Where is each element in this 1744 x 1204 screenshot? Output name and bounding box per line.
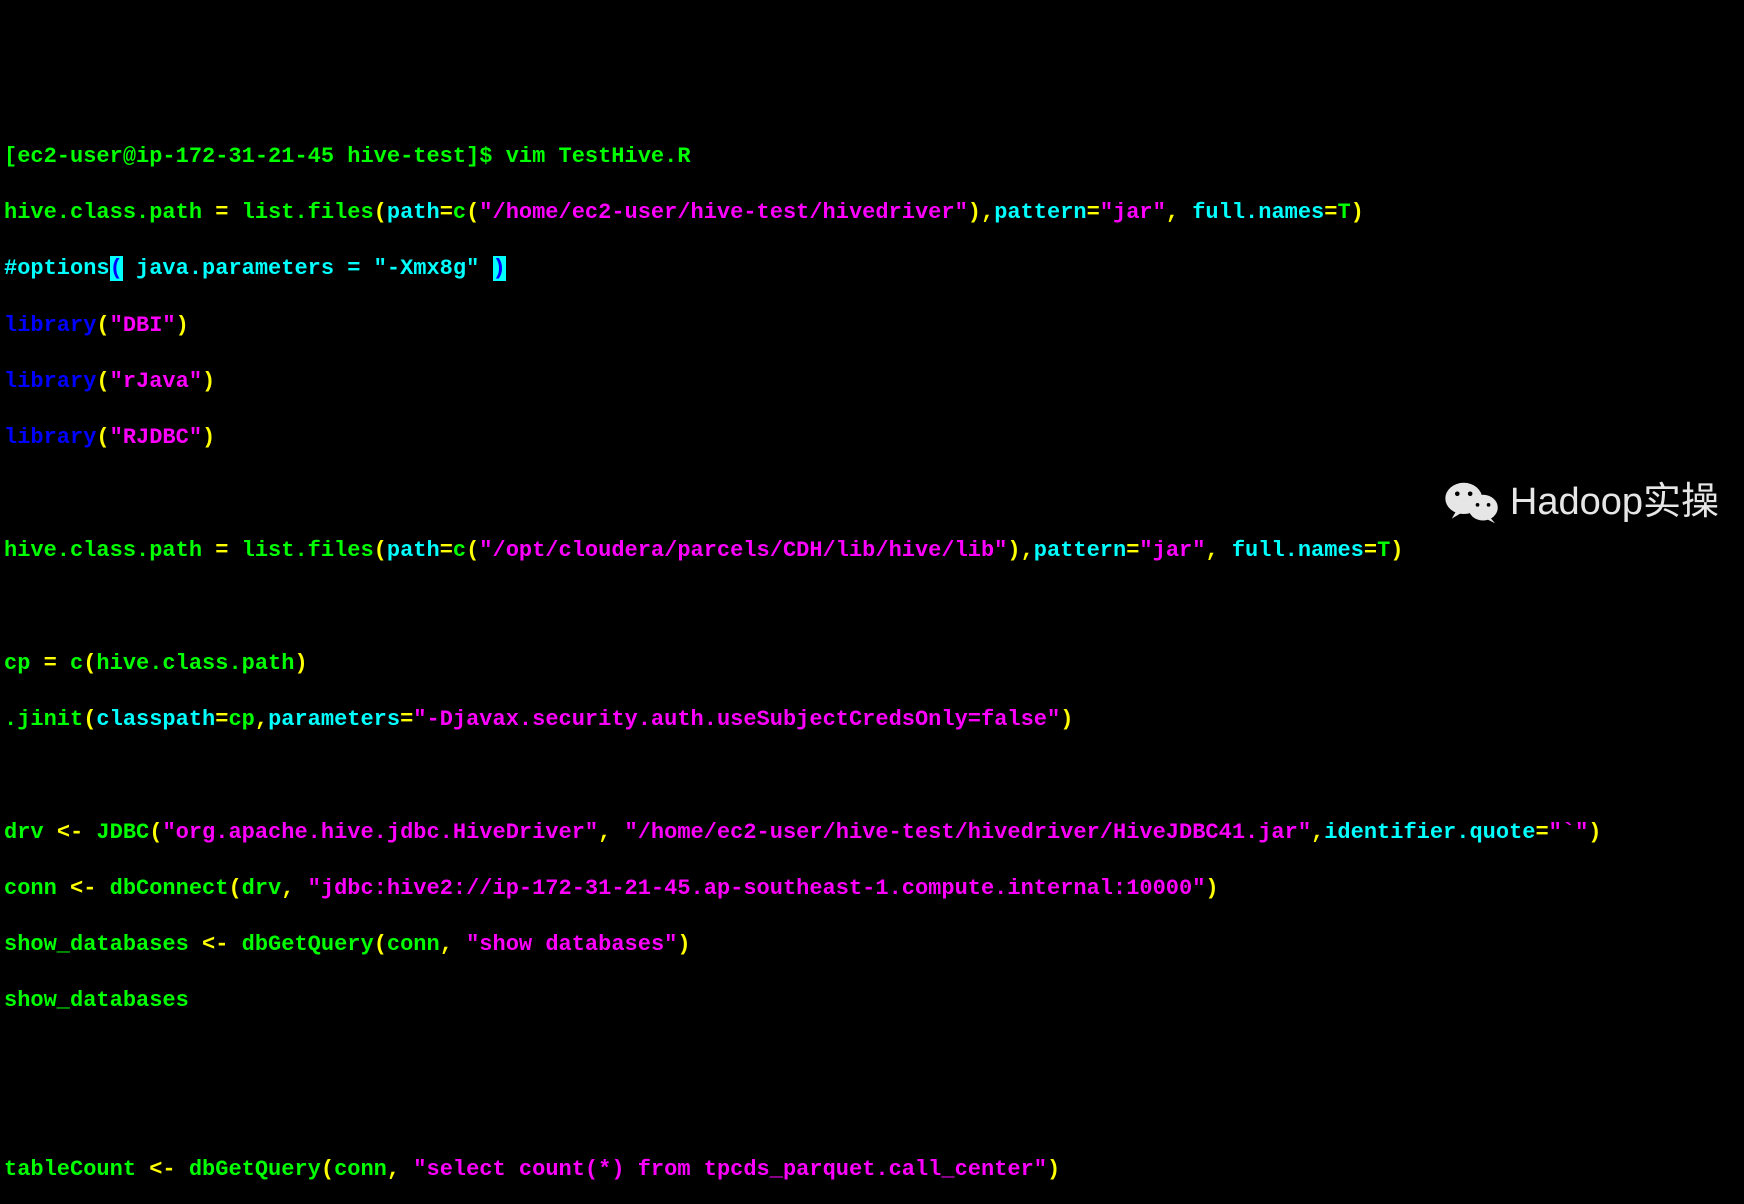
code-line-3: library("DBI") (4, 312, 1740, 340)
code-line-7: cp = c(hive.class.path) (4, 650, 1740, 678)
watermark-text: Hadoop实操 (1510, 478, 1719, 527)
blank-line-3 (4, 762, 1740, 790)
code-line-9: drv <- JDBC("org.apache.hive.jdbc.HiveDr… (4, 819, 1740, 847)
code-line-4: library("rJava") (4, 368, 1740, 396)
code-line-5: library("RJDBC") (4, 424, 1740, 452)
code-line-12: show_databases (4, 987, 1740, 1015)
prompt-command: vim TestHive.R (506, 144, 691, 169)
code-line-6: hive.class.path = list.files(path=c("/op… (4, 537, 1740, 565)
code-line-2: #options( java.parameters = "-Xmx8g" ) (4, 255, 1740, 283)
code-line-8: .jinit(classpath=cp,parameters="-Djavax.… (4, 706, 1740, 734)
code-line-13: tableCount <- dbGetQuery(conn, "select c… (4, 1156, 1740, 1184)
code-line-1: hive.class.path = list.files(path=c("/ho… (4, 199, 1740, 227)
blank-line-5 (4, 1100, 1740, 1128)
terminal-output: [ec2-user@ip-172-31-21-45 hive-test]$ vi… (4, 115, 1740, 1204)
prompt-line: [ec2-user@ip-172-31-21-45 hive-test]$ vi… (4, 143, 1740, 171)
wechat-icon (1444, 480, 1500, 526)
code-line-10: conn <- dbConnect(drv, "jdbc:hive2://ip-… (4, 875, 1740, 903)
blank-line-2 (4, 593, 1740, 621)
prompt-user-host: [ec2-user@ip-172-31-21-45 hive-test]$ (4, 144, 506, 169)
code-line-11: show_databases <- dbGetQuery(conn, "show… (4, 931, 1740, 959)
blank-line-4 (4, 1044, 1740, 1072)
watermark: Hadoop实操 (1444, 478, 1719, 527)
